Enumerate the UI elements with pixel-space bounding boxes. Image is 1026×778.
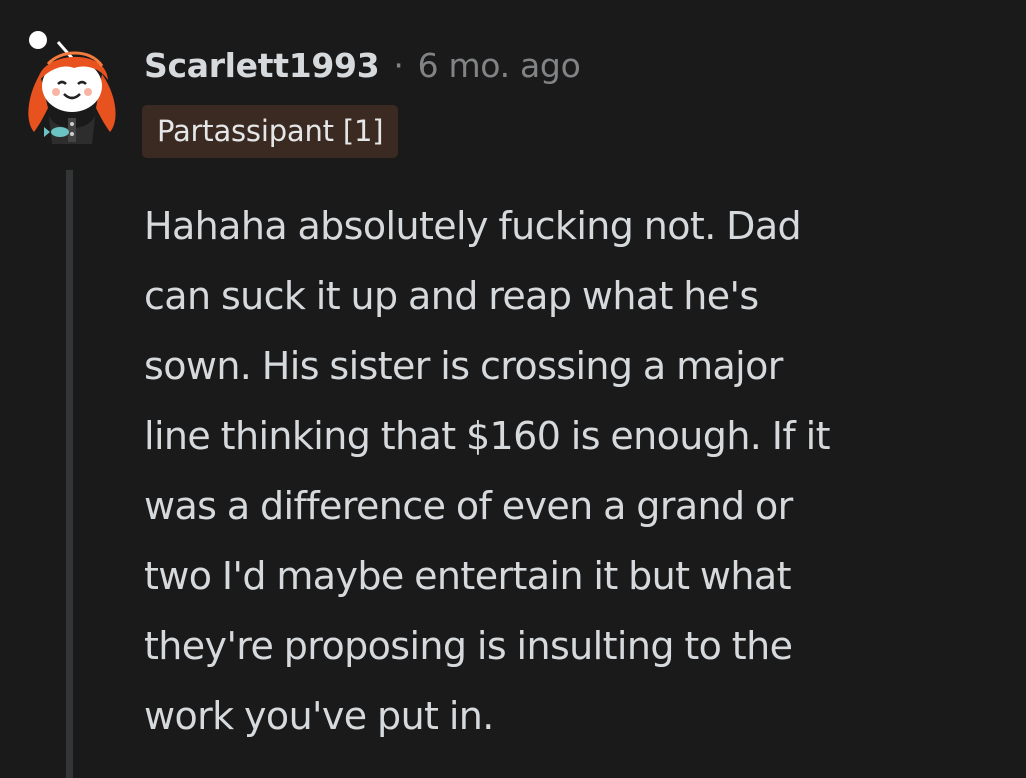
comment-body-line: work you've put in.	[144, 694, 494, 738]
avatar[interactable]	[20, 24, 122, 146]
comment-body-line: two I'd maybe entertain it but what	[144, 554, 791, 598]
user-flair: Partassipant [1]	[142, 105, 399, 158]
comment-meta: Scarlett1993 · 6 mo. ago	[144, 40, 581, 90]
thread-collapse-line[interactable]	[66, 170, 73, 778]
comment-body-line: sown. His sister is crossing a major	[144, 344, 783, 388]
comment: Scarlett1993 · 6 mo. ago Partassipant [1…	[0, 0, 1026, 778]
comment-body-line: line thinking that $160 is enough. If it	[144, 414, 830, 458]
comment-body-line: can suck it up and reap what he's	[144, 274, 759, 318]
snoo-avatar-icon	[28, 31, 116, 144]
comment-body-line: Hahaha absolutely fucking not. Dad	[144, 204, 802, 248]
comment-body-line: they're proposing is insulting to the	[144, 624, 793, 668]
timestamp[interactable]: 6 mo. ago	[418, 46, 581, 85]
username-link[interactable]: Scarlett1993	[144, 46, 380, 85]
comment-body: Hahaha absolutely fucking not. Dad can s…	[144, 191, 1004, 751]
comment-body-line: was a difference of even a grand or	[144, 484, 793, 528]
meta-separator: ·	[393, 45, 404, 85]
